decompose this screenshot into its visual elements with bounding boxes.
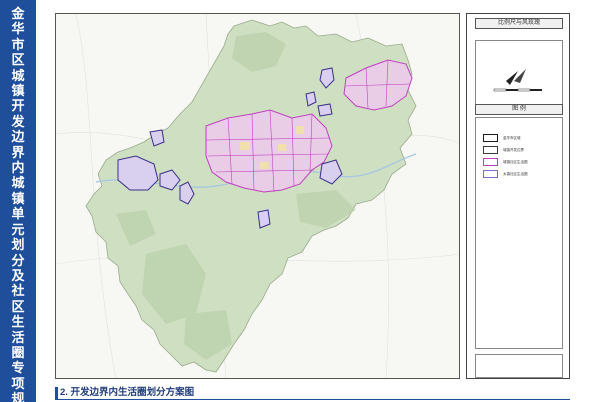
title-char: 华: [11, 21, 25, 37]
legend-label: 城镇社区生活圈: [503, 160, 528, 164]
title-char: 界: [11, 144, 25, 160]
legend-item: 乡镇社区生活圈: [483, 170, 563, 179]
title-char: 发: [11, 113, 25, 129]
map-frame: [55, 13, 460, 379]
title-char: 规: [11, 391, 25, 402]
legend-item: 城镇社区生活圈: [483, 158, 563, 167]
title-char: 区: [11, 298, 25, 314]
legend-label: 乡镇社区生活圈: [503, 172, 528, 176]
legend-swatch: [483, 134, 498, 142]
scale-heading: 比例尺与风玫瑰: [475, 18, 563, 29]
title-char: 镇: [11, 190, 25, 206]
title-char: 城: [11, 175, 25, 191]
vertical-title: 金华市区城镇开发边界内城镇单元划分及社区生活圈专项规划: [0, 6, 36, 402]
scale-and-compass-box: [475, 40, 563, 106]
title-char: 金: [11, 6, 25, 21]
title-block-box: [475, 354, 563, 378]
title-char: 元: [11, 221, 25, 237]
legend-swatch: [483, 170, 498, 178]
title-char: 社: [11, 283, 25, 299]
title-char: 划: [11, 237, 25, 253]
legend-panel: 比例尺与风玫瑰 图 例 金华市区城 城镇开发边界 城镇社区生活圈 乡镇社区生活圈: [466, 13, 570, 379]
title-char: 区: [11, 52, 25, 68]
title-char: 边: [11, 129, 25, 145]
legend-label: 金华市区城: [503, 136, 521, 140]
north-arrow-icon: [493, 69, 542, 92]
legend-swatch: [483, 146, 498, 154]
title-char: 开: [11, 98, 25, 114]
title-char: 专: [11, 360, 25, 376]
legend-item: 金华市区城: [483, 134, 563, 143]
title-char: 内: [11, 160, 25, 176]
title-char: 镇: [11, 83, 25, 99]
caption-accent: [55, 387, 58, 399]
legend-swatch: [483, 158, 498, 166]
map-canvas: [56, 14, 459, 378]
title-char: 圈: [11, 344, 25, 360]
title-char: 活: [11, 329, 25, 345]
title-char: 城: [11, 67, 25, 83]
title-char: 项: [11, 375, 25, 391]
legend-item: 城镇开发边界: [483, 146, 563, 155]
title-char: 单: [11, 206, 25, 222]
map-caption: 2. 开发边界内生活圈划分方案图: [60, 387, 195, 398]
title-char: 生: [11, 314, 25, 330]
title-char: 及: [11, 267, 25, 283]
title-char: 分: [11, 252, 25, 268]
caption-bar: 2. 开发边界内生活圈划分方案图: [55, 386, 570, 400]
legend-heading: 图 例: [475, 104, 563, 115]
legend-label: 城镇开发边界: [503, 148, 524, 152]
title-char: 市: [11, 36, 25, 52]
